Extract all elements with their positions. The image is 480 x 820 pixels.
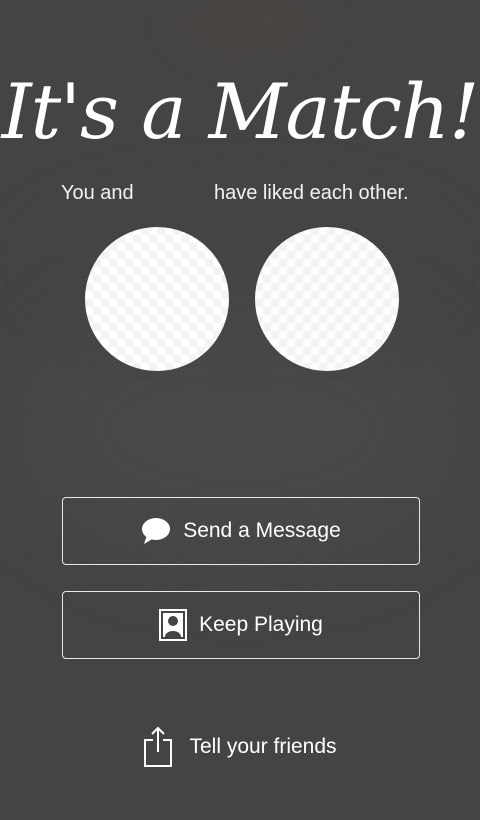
keep-playing-label: Keep Playing [199, 613, 323, 636]
liked-text-suffix: have liked each other. [214, 182, 409, 204]
send-message-label: Send a Message [183, 519, 341, 542]
tell-friends-label: Tell your friends [189, 735, 337, 758]
match-avatar [255, 227, 399, 371]
send-message-button[interactable]: Send a Message [62, 497, 420, 565]
background-blur [180, 0, 320, 50]
match-screen: It's a Match! You and have liked each ot… [0, 0, 480, 820]
match-title: It's a Match! [1, 67, 480, 156]
person-card-icon [159, 609, 188, 641]
liked-each-other-text: You and have liked each other. [0, 180, 480, 208]
my-avatar [85, 227, 229, 371]
tell-friends-button[interactable]: Tell your friends [0, 725, 480, 769]
liked-text-prefix: You and [61, 182, 134, 204]
keep-playing-button[interactable]: Keep Playing [62, 591, 420, 659]
speech-bubble-icon [141, 516, 171, 546]
share-icon [143, 726, 173, 768]
